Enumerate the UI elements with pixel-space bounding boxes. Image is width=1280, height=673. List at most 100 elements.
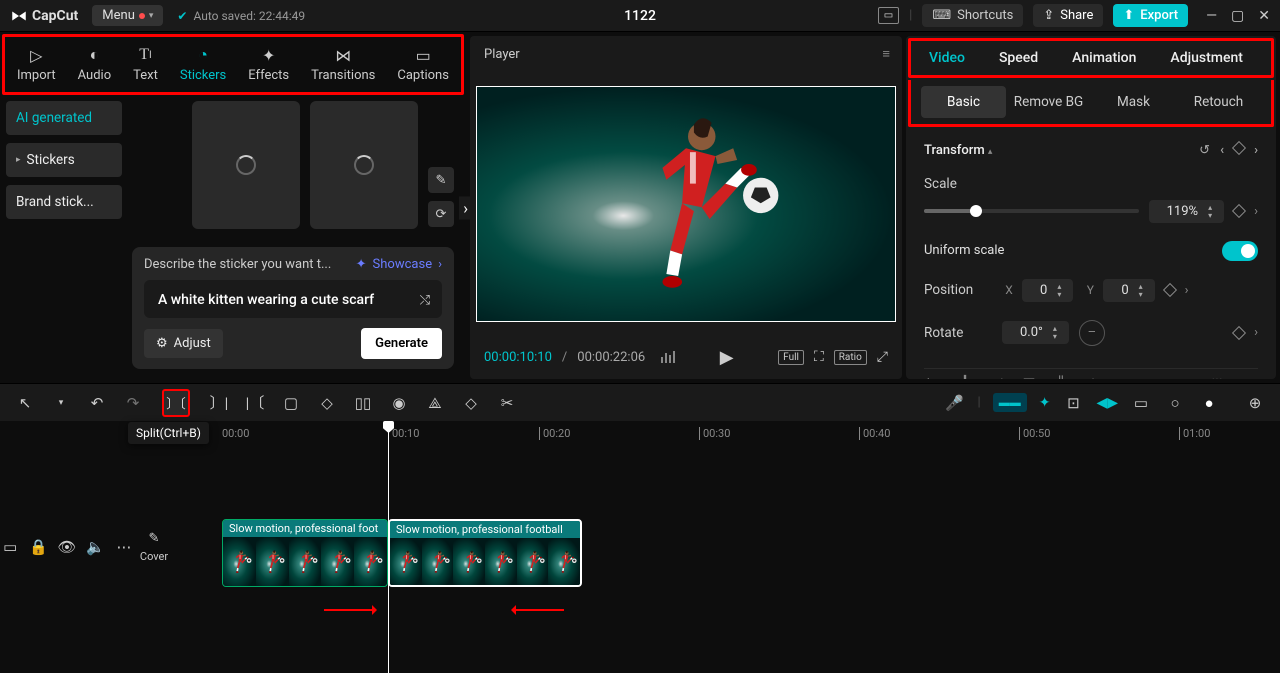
reverse-icon[interactable]: ⟁ <box>424 394 446 412</box>
preview-button[interactable]: ◀▶ <box>1096 395 1118 411</box>
clip-1[interactable]: Slow motion, professional foot <box>222 519 388 587</box>
zoom-slider-thumb[interactable]: ● <box>1198 394 1220 412</box>
rotate-value-box[interactable]: 0.0°▴▾ <box>1002 321 1069 344</box>
split-button[interactable]: 〕〔 <box>162 389 190 417</box>
scale-slider[interactable] <box>924 209 1139 213</box>
trim-right-icon[interactable]: |〔 <box>244 392 266 413</box>
align-center-v-icon[interactable]: ╫ <box>1052 375 1070 379</box>
rp-sub-removebg[interactable]: Remove BG <box>1006 86 1091 118</box>
distribute-v-icon[interactable]: ≡ <box>1240 375 1258 379</box>
distribute-h-icon[interactable]: ||| <box>1208 375 1226 379</box>
tab-transitions[interactable]: ⋈Transitions <box>311 46 375 83</box>
align-bottom-icon[interactable]: ⊥ <box>1084 375 1102 379</box>
share-button[interactable]: ⇪ Share <box>1033 4 1103 27</box>
delete-icon[interactable]: ▢ <box>280 394 302 412</box>
undo-button[interactable]: ↶ <box>86 394 108 412</box>
rotate-icon[interactable]: ◇ <box>460 394 482 412</box>
play-button[interactable]: ▶ <box>720 347 734 368</box>
x-value-box[interactable]: 0▴▾ <box>1022 279 1073 302</box>
transform-header[interactable]: Transform ▴ ↺‹› <box>924 143 1258 158</box>
align-top-icon[interactable]: ⊤ <box>1020 375 1038 379</box>
tab-captions[interactable]: ▭Captions <box>397 46 449 83</box>
shuffle-icon[interactable]: ⤭ <box>420 293 430 308</box>
minimize-button[interactable]: — <box>1206 8 1217 24</box>
monitor-icon[interactable]: ▭ <box>1130 394 1152 412</box>
tab-import[interactable]: ▷Import <box>17 46 56 83</box>
rp-tab-adjustment[interactable]: Adjustment <box>1170 50 1243 66</box>
speed-icon[interactable]: ◉ <box>388 394 410 412</box>
magnetic-button[interactable]: ▬▬ <box>993 393 1027 412</box>
generate-button[interactable]: Generate <box>361 328 442 359</box>
scale-value-box[interactable]: 119%▴▾ <box>1149 200 1224 223</box>
align-left-icon[interactable]: ⊢ <box>924 375 942 379</box>
edit-grid-button[interactable]: ✎ <box>428 167 454 193</box>
tabs-next-icon[interactable]: › <box>459 196 472 219</box>
keyframe-icon[interactable] <box>1232 326 1246 340</box>
rp-sub-mask[interactable]: Mask <box>1091 86 1176 118</box>
shortcuts-button[interactable]: ⌨ Shortcuts <box>922 4 1023 27</box>
link-icon[interactable]: ⊡ <box>1062 394 1084 412</box>
tab-audio[interactable]: ◐Audio <box>78 46 111 83</box>
mirror-icon[interactable]: ▯▯ <box>352 394 374 412</box>
sticker-cell[interactable] <box>192 101 300 229</box>
next-keyframe-icon[interactable]: › <box>1185 283 1189 298</box>
sidebar-item-stickers[interactable]: ▸Stickers <box>6 143 122 177</box>
pointer-tool[interactable]: ↖ <box>14 394 36 412</box>
trim-left-icon[interactable]: 〕| <box>208 392 230 413</box>
next-keyframe-icon[interactable]: › <box>1254 204 1258 219</box>
player-menu-icon[interactable]: ≡ <box>882 46 888 62</box>
menu-button[interactable]: Menu ▾ <box>92 5 163 26</box>
align-right-icon[interactable]: ⊣ <box>988 375 1006 379</box>
rp-sub-retouch[interactable]: Retouch <box>1176 86 1261 118</box>
track-collapse-icon[interactable]: ▭ <box>0 538 20 556</box>
tool-dropdown[interactable]: ▾ <box>50 398 72 408</box>
sidebar-item-ai[interactable]: AI generated <box>6 101 122 135</box>
project-title[interactable]: 1122 <box>624 8 656 24</box>
layout-icon[interactable]: ▭ <box>878 7 899 24</box>
align-center-h-icon[interactable]: ╋ <box>956 375 974 379</box>
tab-stickers[interactable]: ◔Stickers <box>180 46 226 83</box>
ratio-button[interactable]: Ratio <box>834 350 867 365</box>
rotate-dial[interactable]: – <box>1079 320 1105 346</box>
track-mute-icon[interactable]: 🔈 <box>85 538 105 556</box>
export-button[interactable]: ⬆ Export <box>1113 4 1188 27</box>
keyframe-icon[interactable] <box>1232 204 1246 218</box>
adjust-button[interactable]: ⚙Adjust <box>144 329 223 358</box>
sidebar-item-brand[interactable]: Brand stick... <box>6 185 122 219</box>
prompt-input[interactable]: A white kitten wearing a cute scarf ⤭ <box>144 280 442 318</box>
next-keyframe-icon[interactable]: › <box>1254 143 1258 158</box>
zoom-in-icon[interactable]: ⊕ <box>1244 394 1266 412</box>
mic-icon[interactable]: 🎤 <box>944 394 966 412</box>
sticker-cell[interactable] <box>310 101 418 229</box>
track-visible-icon[interactable]: 👁 <box>57 538 77 556</box>
audio-meter-icon[interactable] <box>661 351 675 363</box>
cover-button[interactable]: ✎ Cover <box>140 531 168 563</box>
prev-keyframe-icon[interactable]: ‹ <box>1220 143 1224 158</box>
zoom-out-icon[interactable]: ○ <box>1164 394 1186 412</box>
maximize-button[interactable]: ▢ <box>1231 8 1244 24</box>
full-button[interactable]: Full <box>778 350 804 365</box>
tab-effects[interactable]: ✦Effects <box>248 46 289 83</box>
player-viewport[interactable] <box>470 72 902 335</box>
rp-tab-speed[interactable]: Speed <box>999 50 1038 66</box>
reset-icon[interactable]: ↺ <box>1199 143 1210 158</box>
slider-thumb[interactable] <box>970 205 982 217</box>
fullscreen-icon[interactable]: ⤢ <box>877 349 888 365</box>
playhead[interactable] <box>388 421 389 673</box>
uniform-toggle[interactable] <box>1222 241 1258 261</box>
snap-button[interactable]: ✦ <box>1039 395 1051 411</box>
showcase-button[interactable]: ✦Showcase› <box>356 257 442 272</box>
track-lock-icon[interactable]: 🔒 <box>28 538 48 556</box>
keyframe-icon[interactable] <box>1163 283 1177 297</box>
rp-tab-animation[interactable]: Animation <box>1072 50 1136 66</box>
next-keyframe-icon[interactable]: › <box>1254 325 1258 340</box>
redo-button[interactable]: ↷ <box>122 394 144 412</box>
crop-icon[interactable]: ⛶ <box>814 349 824 365</box>
crop-icon[interactable]: ✂ <box>496 394 518 412</box>
timeline-ruler[interactable]: 00:00 00:10 00:20 00:30 00:40 00:50 01:0… <box>174 421 1280 449</box>
close-button[interactable]: ✕ <box>1258 8 1270 24</box>
marker-icon[interactable]: ◇ <box>316 394 338 412</box>
tab-text[interactable]: TIText <box>133 46 158 83</box>
timeline-area[interactable]: 00:00 00:10 00:20 00:30 00:40 00:50 01:0… <box>174 421 1280 673</box>
clip-2[interactable]: Slow motion, professional football <box>388 519 582 587</box>
